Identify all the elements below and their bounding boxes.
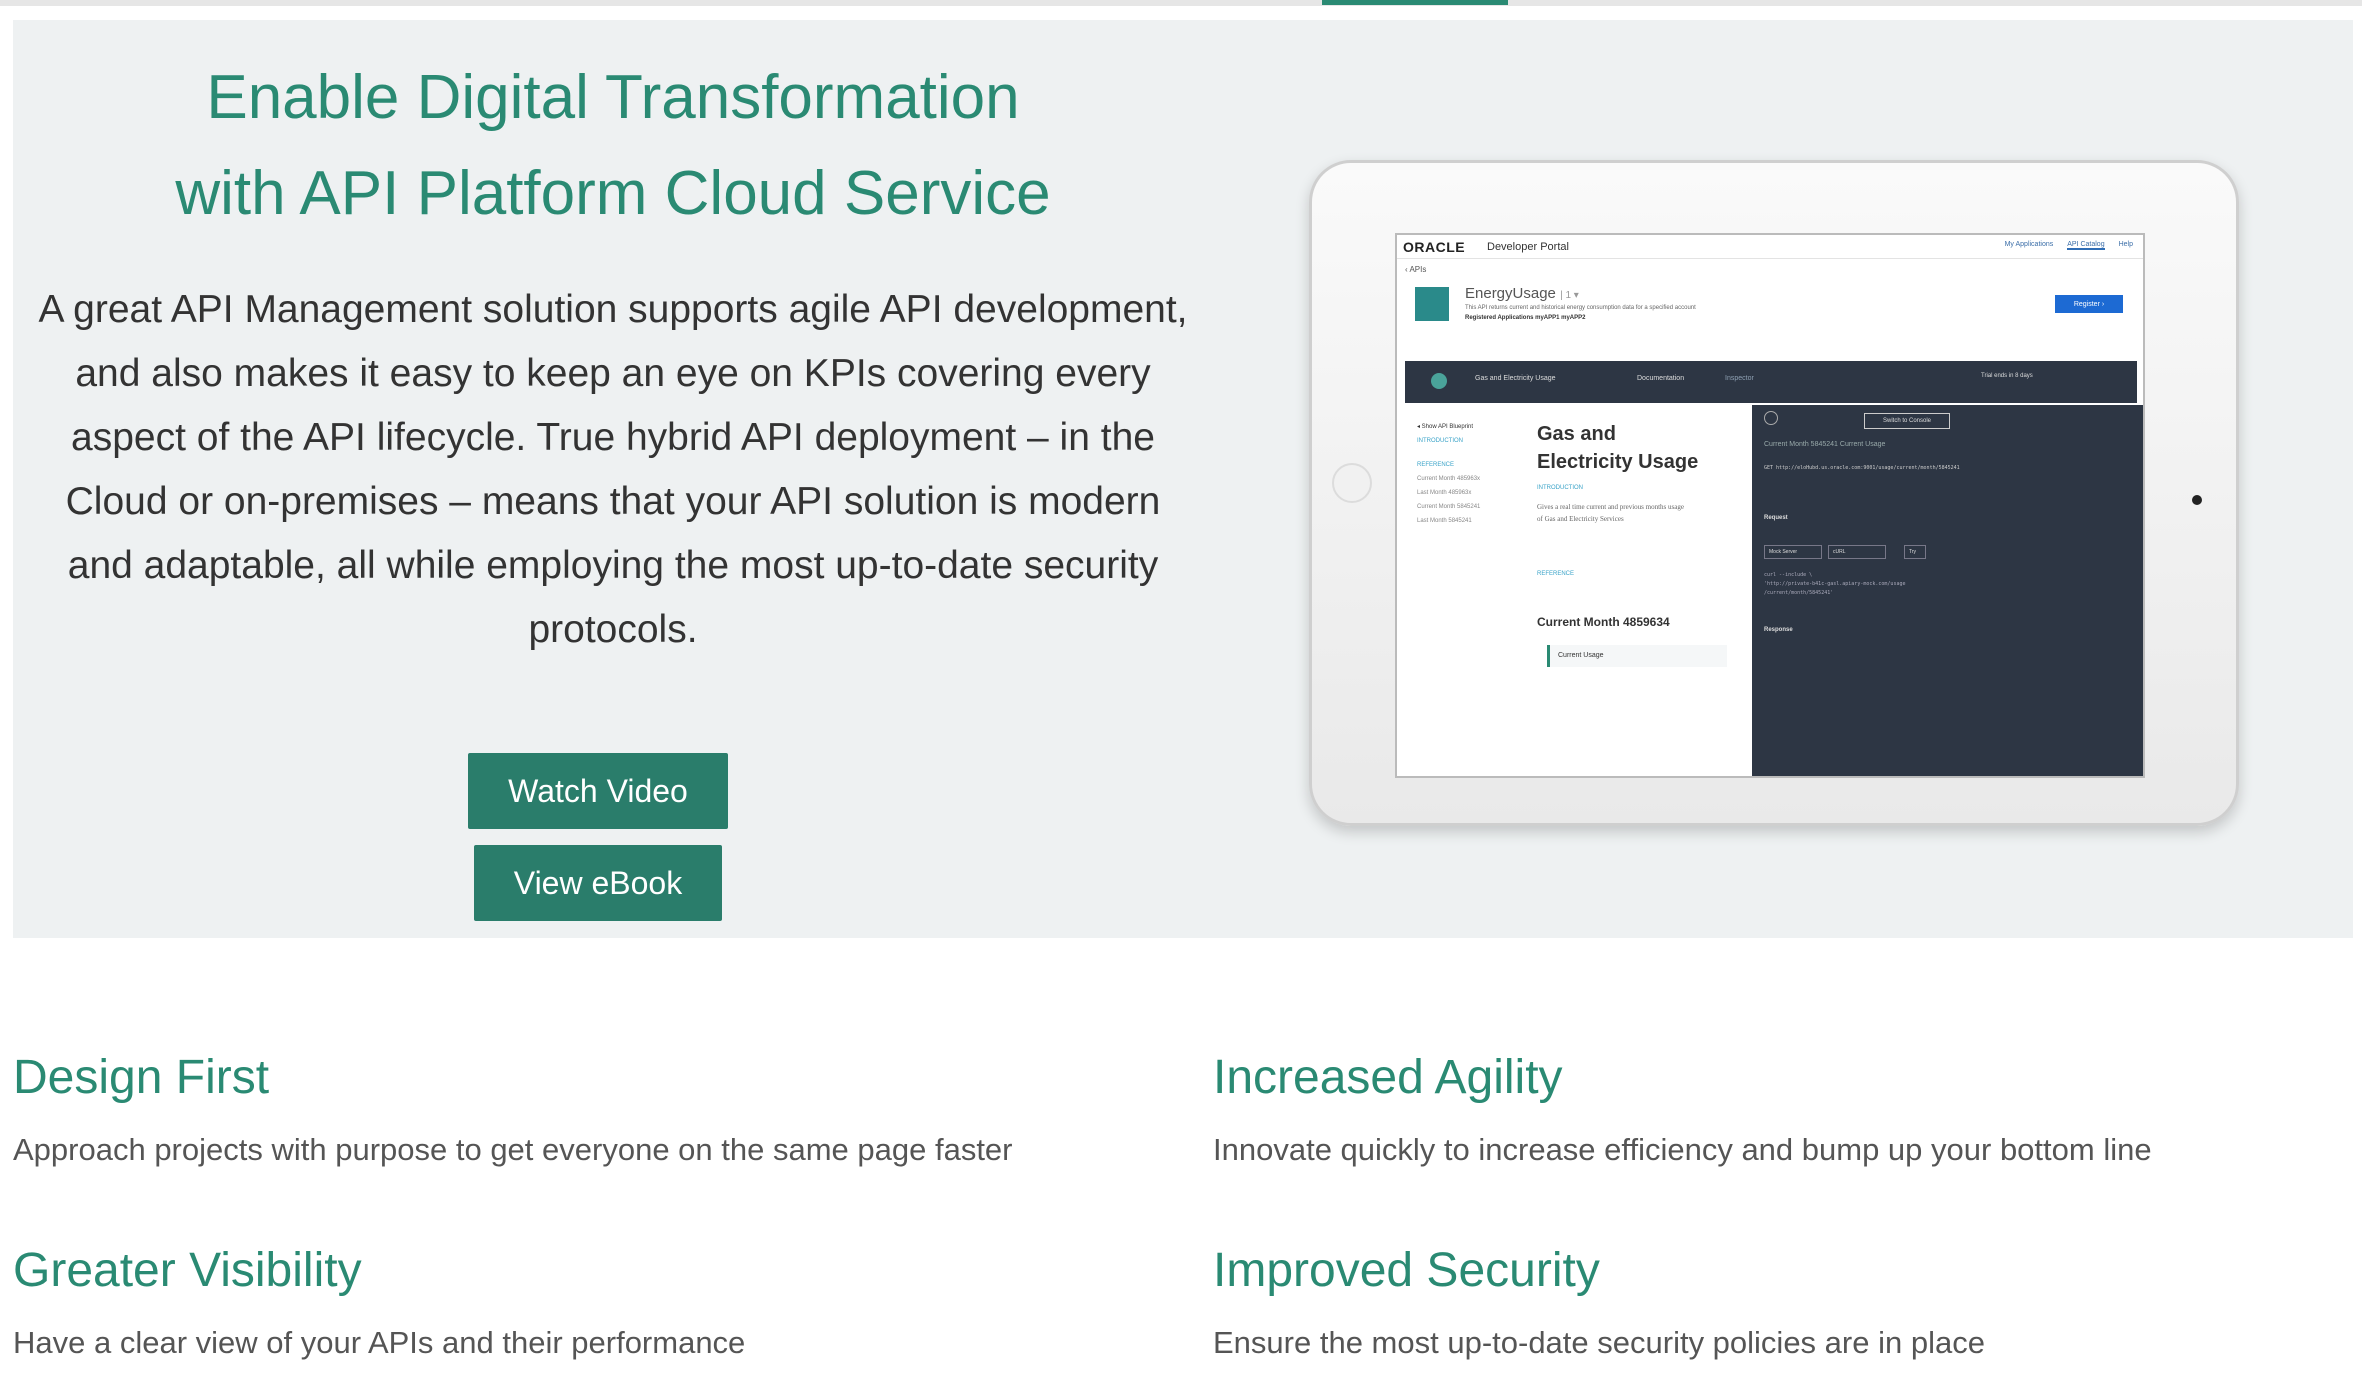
screen-header: ORACLE Developer Portal My Applications …	[1397, 235, 2143, 259]
curl-line: curl --include \	[1764, 572, 1813, 578]
api-version: | 1 ▾	[1560, 290, 1579, 301]
screen-main-title: Gas and Electricity Usage	[1537, 423, 1699, 473]
switch-console-button: Switch to Console	[1864, 413, 1950, 429]
feature-text-design-first: Approach projects with purpose to get ev…	[13, 1132, 1013, 1167]
sidebar-item: Current Month 485963x	[1417, 476, 1481, 482]
api-name: EnergyUsage | 1 ▾	[1465, 285, 1579, 302]
top-nav-line	[0, 0, 2362, 6]
sidebar-item: Last Month 485963x	[1417, 490, 1472, 496]
feature-text-increased-agility: Innovate quickly to increase efficiency …	[1213, 1132, 2152, 1167]
screen-current-month: Current Month 4859634	[1537, 615, 1670, 629]
curl-line: /current/month/5845241'	[1764, 590, 1834, 596]
tablet-camera	[2192, 495, 2202, 505]
sidebar-item: Current Month 5845241	[1417, 504, 1481, 510]
console-curl-code: curl --include \ 'http://private-b41c-ga…	[1764, 571, 1905, 598]
api-bar-inspector: Inspector	[1725, 375, 1754, 382]
view-ebook-button[interactable]: View eBook	[474, 845, 722, 921]
screen-register-button: Register ›	[2055, 295, 2123, 313]
screen-console-panel: Switch to Console Current Month 5845241 …	[1752, 405, 2143, 776]
api-description: This API returns current and historical …	[1465, 305, 1696, 311]
active-tab-indicator	[1322, 0, 1508, 5]
screen-nav: My Applications API Catalog Help	[2005, 241, 2133, 250]
sidebar-reference: REFERENCE	[1417, 462, 1455, 468]
api-registered-apps: Registered Applications myAPP1 myAPP2	[1465, 315, 1586, 321]
screen-nav-catalog: API Catalog	[2067, 241, 2105, 250]
api-bar-documentation: Documentation	[1637, 375, 1685, 382]
console-tabs: Current Month 5845241 Current Usage	[1764, 441, 1886, 448]
hero-title: Enable Digital Transformation with API P…	[53, 50, 1173, 242]
api-logo-icon	[1415, 287, 1449, 321]
screen-sidebar: ◂ Show API Blueprint INTRODUCTION REFERE…	[1417, 420, 1527, 528]
screen-api-bar: Gas and Electricity Usage Documentation …	[1405, 361, 2137, 403]
api-name-text: EnergyUsage	[1465, 285, 1556, 302]
sidebar-item: Last Month 5845241	[1417, 518, 1472, 524]
feature-title-design-first: Design First	[13, 1051, 270, 1104]
tablet-mockup-image: ORACLE Developer Portal My Applications …	[1309, 160, 2239, 826]
feature-text-greater-visibility: Have a clear view of your APIs and their…	[13, 1325, 746, 1360]
hero-section: Enable Digital Transformation with API P…	[13, 20, 2353, 938]
screen-reference-label: REFERENCE	[1537, 571, 1575, 577]
mock-server-select: Mock Server	[1764, 545, 1822, 559]
portal-name: Developer Portal	[1487, 241, 1569, 253]
feature-title-increased-agility: Increased Agility	[1213, 1051, 1563, 1104]
api-bar-trial: Trial ends in 8 days	[1981, 373, 2033, 379]
close-icon	[1764, 411, 1778, 425]
screen-nav-applications: My Applications	[2004, 241, 2054, 248]
console-endpoint: GET http://eloHubd.us.oracle.com:9001/us…	[1764, 465, 1960, 471]
sidebar-blueprint: ◂ Show API Blueprint	[1417, 424, 1474, 430]
feature-text-improved-security: Ensure the most up-to-date security poli…	[1213, 1325, 1985, 1360]
sidebar-intro: INTRODUCTION	[1417, 438, 1463, 444]
screen-back-link: ‹ APIs	[1405, 265, 1427, 274]
screen-nav-help: Help	[2118, 241, 2133, 248]
oracle-logo: ORACLE	[1403, 239, 1466, 255]
screen-intro-text: Gives a real time current and previous m…	[1537, 503, 1684, 523]
screen-current-usage: Current Usage	[1547, 645, 1727, 667]
hero-title-line-1: Enable Digital Transformation	[206, 63, 1020, 132]
feature-title-greater-visibility: Greater Visibility	[13, 1244, 362, 1297]
hero-title-line-2: with API Platform Cloud Service	[175, 159, 1051, 228]
feature-title-improved-security: Improved Security	[1213, 1244, 1600, 1297]
console-request-label: Request	[1764, 515, 1788, 521]
console-response-label: Response	[1764, 627, 1793, 633]
curl-line: 'http://private-b41c-gasl.apiary-mock.co…	[1764, 581, 1906, 587]
tablet-screen: ORACLE Developer Portal My Applications …	[1395, 233, 2145, 778]
hero-description: A great API Management solution supports…	[38, 288, 1188, 651]
screen-intro-label: INTRODUCTION	[1537, 485, 1583, 491]
api-bar-name: Gas and Electricity Usage	[1475, 375, 1556, 382]
tablet-home-button	[1332, 463, 1372, 503]
curl-select: cURL	[1828, 545, 1886, 559]
api-bar-icon	[1431, 373, 1447, 389]
try-button: Try	[1904, 545, 1926, 559]
watch-video-button[interactable]: Watch Video	[468, 753, 728, 829]
